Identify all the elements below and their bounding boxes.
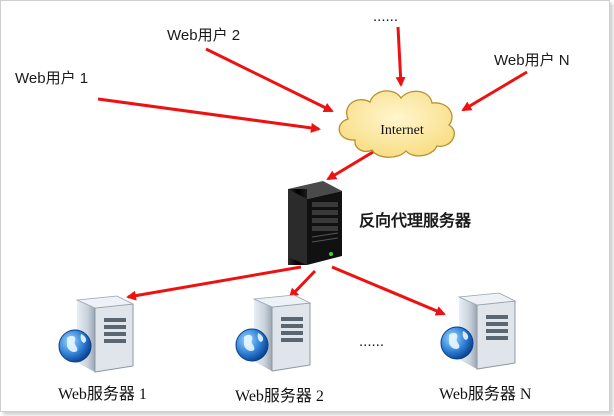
internet-cloud: Internet (338, 90, 455, 158)
web-server-globe-icon (58, 295, 135, 373)
proxy-server: 反向代理服务器 (288, 181, 472, 265)
diagram-canvas: Web用户 1 Web用户 2 ...... Web用户 N Internet … (15, 8, 570, 405)
user-2-label: Web用户 2 (167, 27, 240, 44)
web-server-2 (235, 294, 312, 372)
user-n-label: Web用户 N (494, 52, 570, 69)
user-arrows (97, 26, 528, 133)
server-ellipsis: ...... (359, 333, 384, 350)
arrow-proxy-serverN (331, 265, 446, 316)
arrow-userN-internet (461, 70, 528, 112)
web-server-1-label: Web服务器 1 (58, 385, 147, 403)
user-1-label: Web用户 1 (15, 70, 88, 87)
web-server-2-label: Web服务器 2 (235, 387, 324, 405)
web-server-n-label: Web服务器 N (439, 385, 532, 403)
arrow-proxy-server2 (288, 269, 317, 299)
user-ellipsis: ...... (373, 8, 398, 25)
arrow-user2-internet (205, 47, 334, 113)
proxy-label: 反向代理服务器 (359, 211, 472, 230)
web-server-1 (58, 295, 135, 373)
arrow-usern-internet (395, 26, 406, 87)
web-server-globe-icon (440, 292, 517, 370)
reverse-proxy-diagram: Web用户 1 Web用户 2 ...... Web用户 N Internet … (0, 0, 610, 412)
web-server-n (440, 292, 517, 370)
arrow-user1-internet (97, 97, 321, 133)
internet-label: Internet (380, 123, 424, 138)
arrow-proxy-server1 (126, 265, 302, 301)
web-server-globe-icon (235, 294, 312, 372)
tower-server-icon (288, 181, 342, 265)
